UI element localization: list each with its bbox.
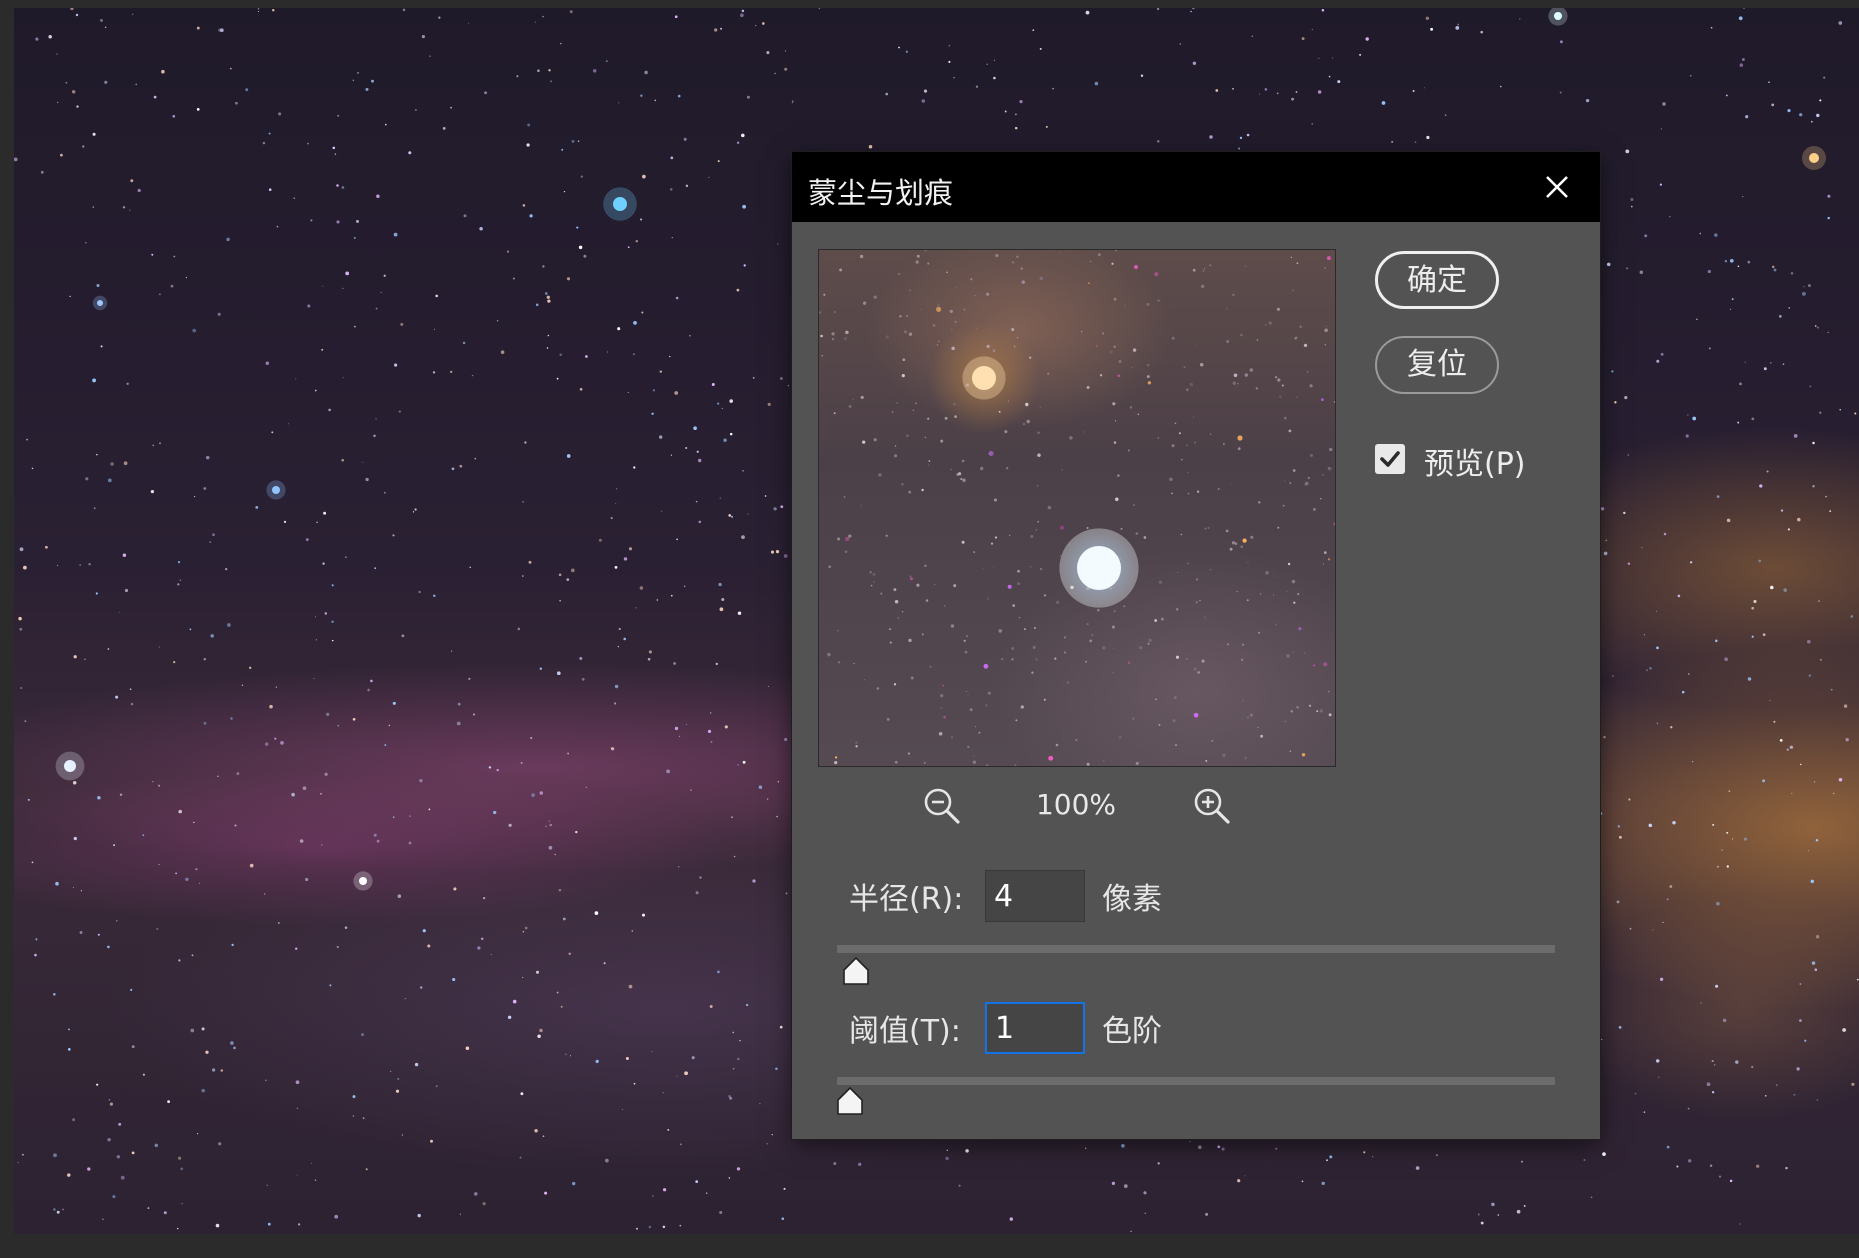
threshold-slider-track[interactable]: [837, 1077, 1555, 1085]
filter-preview-pane[interactable]: [818, 249, 1336, 767]
radius-input[interactable]: [985, 870, 1085, 922]
zoom-in-icon[interactable]: [1192, 786, 1232, 826]
reset-button[interactable]: 复位: [1375, 336, 1499, 394]
radius-slider-thumb[interactable]: [842, 956, 870, 986]
checkmark-icon: [1380, 451, 1400, 467]
close-icon[interactable]: [1540, 170, 1574, 204]
ok-button[interactable]: 确定: [1375, 251, 1499, 309]
threshold-label: 阈值(T):: [849, 1014, 961, 1049]
preview-checkbox-label[interactable]: 预览(P): [1424, 439, 1526, 483]
preview-image: [819, 250, 1335, 766]
threshold-input[interactable]: [985, 1002, 1085, 1054]
threshold-unit: 色阶: [1102, 1014, 1162, 1049]
radius-unit: 像素: [1102, 882, 1162, 917]
preview-checkbox[interactable]: [1375, 444, 1405, 474]
dialog-titlebar[interactable]: 蒙尘与划痕: [792, 152, 1600, 222]
threshold-slider-thumb[interactable]: [836, 1086, 864, 1116]
radius-label: 半径(R):: [849, 882, 964, 917]
zoom-out-icon[interactable]: [922, 786, 962, 826]
workspace-left-edge: [0, 0, 14, 1258]
radius-slider-track[interactable]: [837, 945, 1555, 953]
workspace-bottom-edge: [0, 1234, 1859, 1258]
dust-and-scratches-dialog: 蒙尘与划痕 100% 确定 复位 预览(P) 半径(R): 4 像素 阈值(T)…: [792, 152, 1600, 1139]
dialog-title: 蒙尘与划痕: [808, 176, 954, 210]
zoom-level-readout: 100%: [1035, 788, 1117, 821]
